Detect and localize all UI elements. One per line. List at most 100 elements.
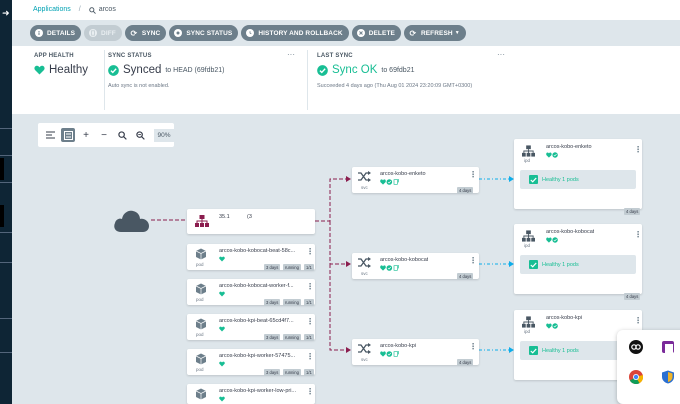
- pod-node[interactable]: pod arcos-kobo-kpi-beat-65cd4f7... ⋮ 3 d…: [187, 314, 315, 341]
- network-icon: [522, 230, 535, 242]
- app-document-icon[interactable]: [661, 340, 675, 354]
- pod-menu-icon[interactable]: ⋮: [306, 388, 314, 396]
- service-kind: svc: [361, 185, 368, 190]
- nav-toggle-arrow-icon[interactable]: ➜: [2, 9, 11, 18]
- diff-button[interactable]: DIFF: [84, 25, 122, 41]
- endpoint-kind: ipd: [524, 329, 531, 334]
- last-sync-section: LAST SYNC ··· Sync OK to 69fdb21 Succeed…: [317, 46, 677, 114]
- endpoint-health-text: Healthy 1 pods: [542, 261, 579, 268]
- endpoint-health-box: Healthy 1 pods: [520, 170, 636, 189]
- heart-icon: [219, 326, 225, 332]
- pod-kind: pod: [196, 262, 204, 267]
- service-menu-icon[interactable]: ⋮: [469, 343, 477, 351]
- service-age-tag: 4 days: [457, 273, 474, 280]
- pod-state-tag: running: [283, 369, 301, 376]
- delete-button[interactable]: DELETE: [351, 25, 401, 41]
- pod-node[interactable]: pod arcos-kobo-kobocat-beat-58c... ⋮ 3 d…: [187, 244, 315, 271]
- pod-state-tag: running: [283, 264, 301, 271]
- status-icons: [380, 179, 399, 185]
- service-node[interactable]: svc arcos-kobo-kobocat ⋮ 4 days: [352, 253, 479, 280]
- last-sync-text: Sync OK: [332, 64, 378, 76]
- diff-button-label: DIFF: [101, 29, 116, 37]
- pod-node[interactable]: pod arcos-kobo-kpi-worker-57475... ⋮ 3 d…: [187, 349, 315, 376]
- pod-menu-icon[interactable]: ⋮: [306, 248, 314, 256]
- zoom-out-icon[interactable]: [133, 128, 147, 142]
- sync-status-target: to HEAD (69fdb21): [165, 66, 225, 74]
- info-icon: [35, 29, 43, 37]
- endpoint-kind: ipd: [524, 158, 531, 163]
- sync-button[interactable]: ⟳ SYNC: [124, 25, 167, 41]
- check-icon: [529, 260, 538, 269]
- sync-status-header: SYNC STATUS: [108, 53, 152, 59]
- endpoint-menu-icon[interactable]: ⋮: [634, 317, 642, 325]
- floating-app-widget: [617, 330, 680, 404]
- status-icons: [546, 152, 558, 158]
- status-icons: [546, 323, 558, 329]
- details-button[interactable]: DETAILS: [30, 25, 82, 41]
- cube-icon: [195, 283, 207, 295]
- zoom-in-plus-icon[interactable]: +: [79, 128, 93, 142]
- pod-node[interactable]: arcos-kobo-kpi-worker-low-pri... ⋮: [187, 384, 315, 404]
- zoom-in-icon[interactable]: [115, 128, 129, 142]
- service-age-tag: 4 days: [457, 359, 474, 366]
- zoom-out-minus-icon[interactable]: −: [97, 128, 111, 142]
- cube-icon: [195, 248, 207, 260]
- endpoint-age-tag: 4 days: [624, 208, 641, 215]
- service-menu-icon[interactable]: ⋮: [469, 257, 477, 265]
- status-icons: [546, 237, 558, 243]
- sync-button-label: SYNC: [141, 29, 161, 37]
- pod-name: arcos-kobo-kpi-beat-65cd4f7...: [219, 318, 294, 324]
- endpoint-node[interactable]: ipd arcos-kobo-kobocat ⋮ Healthy 1 pods …: [514, 224, 642, 300]
- history-rollback-button[interactable]: HISTORY AND ROLLBACK: [241, 25, 349, 41]
- nav-item[interactable]: [0, 205, 4, 227]
- service-menu-icon[interactable]: ⋮: [469, 171, 477, 179]
- cube-icon: [195, 388, 207, 400]
- breadcrumb-applications-link[interactable]: Applications: [33, 4, 71, 16]
- endpoint-node[interactable]: ipd arcos-kobo-enketo ⋮ Healthy 1 pods 4…: [514, 139, 642, 215]
- refresh-button[interactable]: ⟳ REFRESH ▼: [403, 25, 466, 41]
- service-kind: svc: [361, 357, 368, 362]
- nav-divider: [0, 352, 12, 353]
- pod-age-tag: 3 days: [264, 369, 281, 376]
- pod-kind: pod: [196, 332, 204, 337]
- sync-status-more-icon[interactable]: ···: [287, 50, 295, 59]
- endpoint-menu-icon[interactable]: ⋮: [634, 146, 642, 154]
- endpoint-health-text: Healthy 1 pods: [542, 176, 579, 183]
- history-rollback-button-label: HISTORY AND ROLLBACK: [258, 29, 343, 37]
- service-name: arcos-kobo-kpi: [380, 343, 417, 349]
- heart-icon: [219, 256, 225, 262]
- security-shield-icon[interactable]: [661, 370, 675, 384]
- check-circle-icon: [108, 64, 119, 76]
- service-node[interactable]: svc arcos-kobo-enketo ⋮ 4 days: [352, 167, 479, 194]
- chrome-icon[interactable]: [629, 370, 643, 384]
- last-sync-more-icon[interactable]: ···: [497, 50, 505, 59]
- pod-name: arcos-kobo-kpi-worker-low-pri...: [219, 388, 297, 394]
- nav-divider: [0, 318, 12, 319]
- resource-graph-canvas[interactable]: + − 90% 35.1 (3 pod arcos-kobo-kobocat-b…: [12, 114, 680, 404]
- tree-view-icon[interactable]: [61, 128, 75, 142]
- endpoint-kind: ipd: [524, 243, 531, 248]
- service-age-tag: 4 days: [457, 187, 474, 194]
- status-icons: [380, 351, 399, 357]
- pod-menu-icon[interactable]: ⋮: [306, 318, 314, 326]
- delete-icon: [356, 29, 365, 37]
- list-view-icon[interactable]: [43, 128, 57, 142]
- pod-menu-icon[interactable]: ⋮: [306, 353, 314, 361]
- ingress-node[interactable]: 35.1 (3: [187, 209, 315, 234]
- nav-divider: [0, 155, 12, 156]
- app-logo-icon[interactable]: [629, 340, 643, 354]
- pod-age-tag: 3 days: [264, 299, 281, 306]
- service-node[interactable]: svc arcos-kobo-kpi ⋮ 4 days: [352, 339, 479, 366]
- pod-menu-icon[interactable]: ⋮: [306, 283, 314, 291]
- nav-item[interactable]: [0, 158, 4, 180]
- sync-status-button[interactable]: SYNC STATUS: [169, 25, 239, 41]
- graph-zoom-toolbar: + − 90%: [38, 123, 174, 147]
- sync-status-value: Synced to HEAD (69fdb21): [108, 64, 225, 76]
- status-panel: APP HEALTH Healthy SYNC STATUS ··· Synce…: [12, 46, 680, 114]
- pod-node[interactable]: pod arcos-kobo-kobocat-worker-f... ⋮ 3 d…: [187, 279, 315, 306]
- endpoint-menu-icon[interactable]: ⋮: [634, 231, 642, 239]
- zoom-percent: 90%: [154, 128, 174, 142]
- last-sync-note: Succeeded 4 days ago (Thu Aug 01 2024 23…: [317, 83, 473, 89]
- refresh-icon: ⟳: [409, 28, 417, 38]
- sync-icon: ⟳: [130, 28, 138, 38]
